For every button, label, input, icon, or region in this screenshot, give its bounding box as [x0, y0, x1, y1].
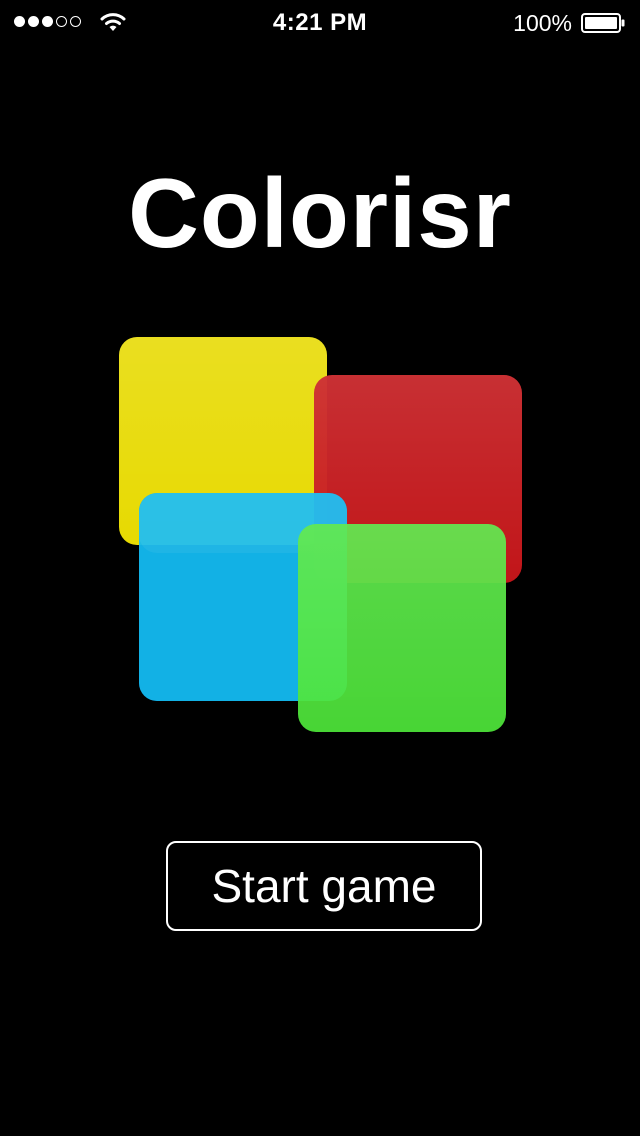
logo-squares [119, 337, 522, 732]
app-title: Colorisr [128, 158, 512, 268]
battery-icon [581, 13, 625, 33]
start-game-button[interactable]: Start game [166, 841, 482, 931]
status-bar: 4:21 PM 100% [0, 0, 640, 40]
battery-percentage: 100% [513, 10, 572, 36]
green-square [298, 524, 506, 732]
